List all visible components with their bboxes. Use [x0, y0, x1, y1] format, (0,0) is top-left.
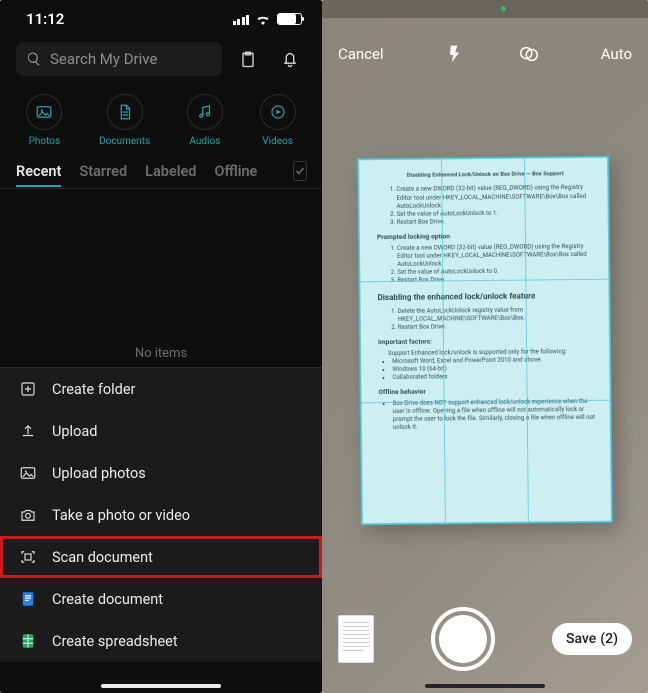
action-upload-photos[interactable]: Upload photos [0, 452, 322, 494]
tab-offline[interactable]: Offline [214, 163, 257, 180]
category-row: Photos Documents Audios Videos [0, 84, 322, 155]
category-videos[interactable]: Videos [260, 94, 296, 147]
action-label: Scan document [52, 549, 153, 566]
document-preview: Disabling Enhanced Lock/Unlock on Box Dr… [358, 157, 612, 525]
upload-icon [18, 422, 38, 440]
clipboard-button[interactable] [232, 49, 264, 69]
home-indicator[interactable] [101, 684, 221, 688]
image-upload-icon [18, 464, 38, 482]
category-audios[interactable]: Audios [187, 94, 223, 147]
clock: 11:12 [26, 10, 64, 28]
status-bar: 11:12 [0, 0, 322, 38]
auto-mode-button[interactable]: Auto [601, 45, 632, 63]
empty-state: No items [0, 189, 322, 367]
action-create-folder[interactable]: Create folder [0, 368, 322, 410]
camera-indicator-dot [501, 6, 506, 11]
category-label: Videos [262, 136, 293, 147]
category-label: Photos [29, 136, 61, 147]
category-label: Audios [189, 136, 220, 147]
filter-icon[interactable] [515, 40, 543, 68]
action-label: Create folder [52, 381, 135, 398]
action-upload[interactable]: Upload [0, 410, 322, 452]
category-label: Documents [99, 136, 150, 147]
wifi-icon [255, 13, 271, 25]
document-text: Disabling Enhanced Lock/Unlock on Box Dr… [358, 157, 612, 525]
tab-recent[interactable]: Recent [16, 163, 61, 180]
category-photos[interactable]: Photos [26, 94, 62, 147]
select-toggle[interactable] [293, 161, 307, 181]
cellular-icon [233, 14, 250, 25]
tab-labeled[interactable]: Labeled [145, 163, 196, 180]
action-label: Upload [52, 423, 97, 440]
battery-icon [277, 13, 302, 25]
empty-label: No items [135, 346, 187, 361]
action-label: Create document [52, 591, 163, 608]
scan-icon [18, 548, 38, 566]
action-take-photo[interactable]: Take a photo or video [0, 494, 322, 536]
search-icon [26, 51, 42, 67]
shutter-button[interactable] [431, 607, 495, 671]
action-label: Upload photos [52, 465, 146, 482]
folder-plus-icon [18, 380, 38, 398]
scanner-topbar: Cancel Auto [322, 40, 648, 68]
action-sheet: Create folder Upload Upload photos Take … [0, 367, 322, 662]
scanner-bottombar: Save (2) [322, 607, 648, 671]
cancel-button[interactable]: Cancel [338, 45, 384, 63]
search-input[interactable]: Search My Drive [16, 42, 222, 76]
home-indicator[interactable] [425, 684, 545, 688]
doc-icon [18, 590, 38, 608]
action-label: Take a photo or video [52, 507, 190, 524]
scanner-screen: Cancel Auto Disabling Enhanced Lock/Unlo… [322, 0, 648, 693]
save-label: Save [566, 631, 596, 647]
search-placeholder: Search My Drive [50, 50, 157, 68]
tab-starred[interactable]: Starred [79, 163, 127, 180]
action-create-document[interactable]: Create document [0, 578, 322, 620]
drive-screen: 11:12 Search My Drive Photos [0, 0, 322, 693]
save-button[interactable]: Save (2) [552, 623, 632, 655]
flash-icon[interactable] [441, 40, 469, 68]
save-count: (2) [600, 631, 618, 647]
tab-bar: Recent Starred Labeled Offline [0, 155, 322, 181]
sheet-icon [18, 632, 38, 650]
camera-icon [18, 506, 38, 524]
bell-button[interactable] [274, 49, 306, 69]
action-scan-document[interactable]: Scan document [0, 536, 322, 578]
action-create-spreadsheet[interactable]: Create spreadsheet [0, 620, 322, 662]
scan-thumbnail[interactable] [338, 615, 374, 663]
action-label: Create spreadsheet [52, 633, 178, 650]
category-documents[interactable]: Documents [99, 94, 150, 147]
